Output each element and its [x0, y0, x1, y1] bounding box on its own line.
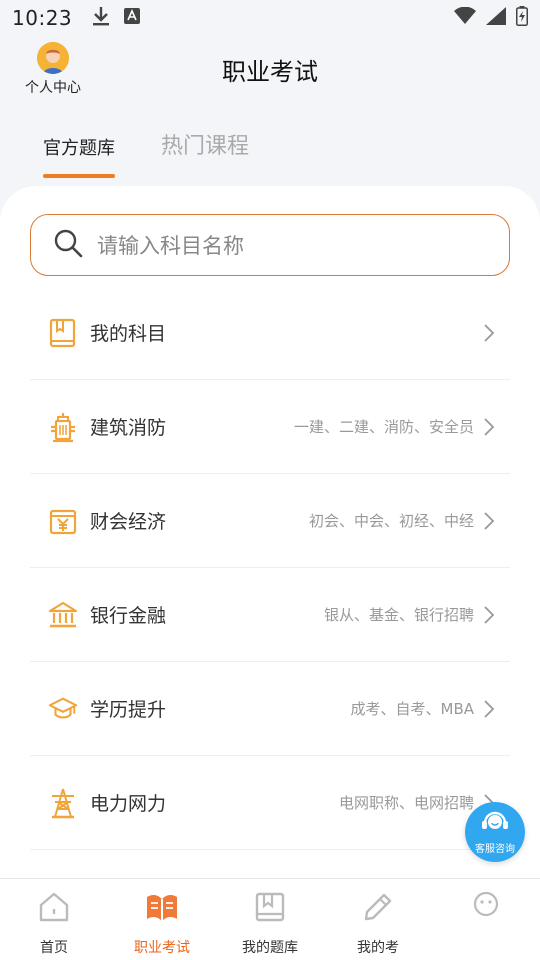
question-bank-icon	[254, 891, 286, 927]
battery-icon	[516, 6, 528, 30]
translate-icon	[124, 8, 141, 28]
chevron-right-icon	[482, 605, 496, 625]
wifi-icon	[454, 6, 476, 29]
search-icon	[53, 228, 83, 262]
item-label: 银行金融	[90, 605, 167, 627]
bottom-nav: 首页 职业考试 我的题库 我的考	[0, 878, 540, 960]
book-icon	[48, 318, 78, 348]
nav-label: 我的考	[357, 940, 399, 956]
nav-my-question-bank[interactable]: 我的题库	[216, 879, 324, 960]
exam-book-icon	[145, 891, 179, 927]
page-title: 职业考试	[222, 58, 318, 86]
list-item-bank-finance[interactable]: 银行金融 银从、基金、银行招聘	[30, 568, 510, 662]
item-label: 财会经济	[90, 511, 167, 533]
header: 个人中心 职业考试	[0, 36, 540, 106]
customer-service-button[interactable]: 客服咨询	[465, 802, 525, 862]
tab-bar: 官方题库 热门课程	[43, 128, 249, 178]
bank-icon	[48, 600, 78, 630]
status-bar: 10:23	[0, 0, 540, 36]
item-label: 电力网力	[90, 793, 167, 815]
home-icon	[38, 891, 70, 927]
yuan-icon	[48, 506, 78, 536]
item-subtitle: 初会、中会、初经、中经	[308, 512, 474, 530]
nav-label: 我的题库	[242, 940, 298, 956]
list-item-construction-fire[interactable]: 建筑消防 一建、二建、消防、安全员	[30, 380, 510, 474]
item-subtitle: 银从、基金、银行招聘	[323, 606, 474, 624]
tab-popular-courses[interactable]: 热门课程	[161, 128, 249, 160]
graduation-cap-icon	[48, 694, 78, 724]
nav-career-exam[interactable]: 职业考试	[108, 879, 216, 960]
item-label: 建筑消防	[90, 417, 167, 439]
tab-active-indicator	[43, 174, 115, 178]
chevron-right-icon	[482, 417, 496, 437]
tab-label: 官方题库	[43, 138, 115, 159]
signal-icon	[486, 7, 506, 29]
search-input[interactable]: 请输入科目名称	[30, 214, 510, 276]
category-list: 我的科目 建筑消防 一建、二建、消防、安全员 财会经济 初会、中会、初经、中经	[30, 286, 510, 850]
list-item-accounting-economics[interactable]: 财会经济 初会、中会、初经、中经	[30, 474, 510, 568]
main-card: 请输入科目名称 我的科目 建筑消防 一建、二建、消防、安全员 财会经济 初会、中…	[0, 186, 540, 886]
status-time: 10:23	[12, 6, 73, 30]
smiley-icon	[473, 891, 499, 921]
item-subtitle: 一建、二建、消防、安全员	[293, 418, 474, 436]
nav-profile[interactable]	[432, 879, 540, 960]
nav-my-exam[interactable]: 我的考	[324, 879, 432, 960]
pencil-icon	[362, 891, 394, 927]
power-tower-icon	[48, 788, 78, 818]
customer-service-label: 客服咨询	[475, 844, 515, 855]
item-label: 学历提升	[90, 699, 167, 721]
tab-label: 热门课程	[161, 134, 250, 159]
nav-home[interactable]: 首页	[0, 879, 108, 960]
chevron-right-icon	[482, 511, 496, 531]
list-item-education[interactable]: 学历提升 成考、自考、MBA	[30, 662, 510, 756]
chevron-right-icon	[482, 699, 496, 719]
item-label: 我的科目	[90, 323, 167, 345]
item-subtitle: 成考、自考、MBA	[350, 700, 475, 718]
search-placeholder: 请输入科目名称	[97, 234, 244, 258]
list-item-my-subjects[interactable]: 我的科目	[30, 286, 510, 380]
download-icon	[92, 6, 110, 30]
nav-label: 职业考试	[134, 940, 190, 956]
chevron-right-icon	[482, 323, 496, 343]
headset-icon	[480, 809, 510, 839]
list-item-power-grid[interactable]: 电力网力 电网职称、电网招聘	[30, 756, 510, 850]
tab-official-question-bank[interactable]: 官方题库	[43, 134, 115, 178]
item-subtitle: 电网职称、电网招聘	[338, 794, 474, 812]
nav-label: 首页	[40, 940, 68, 956]
fire-hydrant-icon	[48, 412, 78, 442]
